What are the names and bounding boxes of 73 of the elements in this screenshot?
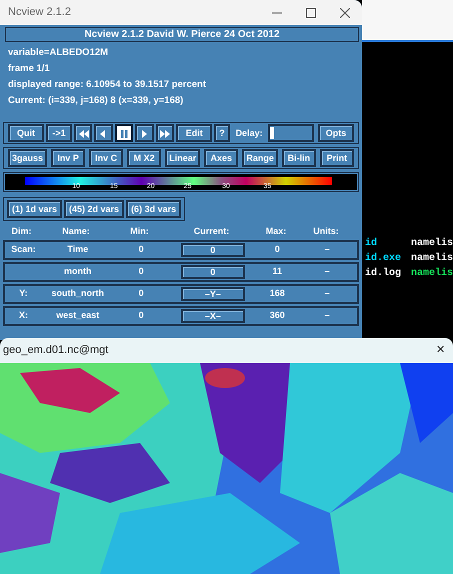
- header-banner: Ncview 2.1.2 David W. Pierce 24 Oct 2012: [5, 27, 359, 42]
- terminal-text: namelis: [410, 236, 453, 251]
- back-button[interactable]: [94, 124, 113, 142]
- terminal-text: id.log: [365, 266, 402, 281]
- toolbar-button[interactable]: 3gauss: [8, 149, 48, 167]
- variable-group-button[interactable]: (45) 2d vars: [64, 200, 124, 218]
- toolbar-button[interactable]: Print: [320, 149, 354, 167]
- forward-button[interactable]: [135, 124, 154, 142]
- toolbar-button[interactable]: Range: [242, 149, 278, 167]
- info-text: Current: (i=339, j=168) 8 (x=339, y=168): [8, 94, 184, 108]
- slider-thumb[interactable]: [270, 127, 274, 139]
- current-value-button[interactable]: 0: [180, 265, 246, 279]
- table-cell-text: 0: [138, 309, 145, 322]
- toolbar-button[interactable]: Axes: [204, 149, 238, 167]
- terminal-text: id: [365, 236, 378, 251]
- table-cell-text: 0: [138, 243, 145, 256]
- table-cell-text: 168: [268, 287, 286, 300]
- rewind-icon: [78, 128, 89, 139]
- column-header: Dim:: [10, 225, 32, 238]
- table-cell-text: –: [324, 309, 331, 322]
- table-cell-text: 11: [271, 265, 283, 278]
- dim-name: south_north: [50, 287, 106, 300]
- terminal-text: namelis: [410, 252, 453, 266]
- dim-name: Time: [66, 243, 90, 256]
- close-icon[interactable]: [340, 8, 350, 18]
- column-header: Name:: [61, 225, 91, 238]
- current-value-button[interactable]: –Y–: [180, 287, 246, 301]
- delay-slider-track[interactable]: [268, 124, 314, 142]
- delay-label: Delay:: [234, 127, 264, 140]
- toolbar-button[interactable]: Bi-lin: [282, 149, 316, 167]
- current-value-button[interactable]: –X–: [180, 309, 246, 323]
- toolbar-button[interactable]: Linear: [165, 149, 200, 167]
- toolbar-button[interactable]: ?: [214, 124, 230, 142]
- window-title: Ncview 2.1.2: [8, 5, 72, 20]
- rewind-button[interactable]: [74, 124, 92, 142]
- table-cell-text: 0: [138, 265, 145, 278]
- column-header: Min:: [129, 225, 150, 238]
- table-cell-text: 0: [138, 287, 145, 300]
- variable-group-button[interactable]: (1) 1d vars: [7, 200, 62, 218]
- table-cell-text: –: [324, 287, 331, 300]
- terminal-text: namelis: [410, 266, 453, 281]
- info-text: frame 1/1: [8, 62, 51, 76]
- fast-forward-button[interactable]: [156, 124, 174, 142]
- window-title: geo_em.d01.nc@mgt: [3, 343, 110, 358]
- pause-icon: [118, 128, 130, 139]
- column-header: Units:: [312, 225, 340, 238]
- toolbar-button[interactable]: Quit: [8, 124, 44, 142]
- terminal-text: id.exe: [365, 252, 402, 266]
- dim-label: X:: [18, 310, 28, 320]
- dim-name: month: [63, 265, 93, 278]
- close-button[interactable]: ✕: [436, 342, 445, 359]
- column-header: Max:: [264, 225, 288, 238]
- variable-group-button[interactable]: (6) 3d vars: [126, 200, 182, 218]
- fast-forward-icon: [160, 128, 171, 139]
- dim-name: west_east: [55, 309, 100, 322]
- pause-button[interactable]: [114, 124, 134, 142]
- toolbar-button[interactable]: Opts: [318, 124, 354, 142]
- current-value-button[interactable]: 0: [180, 243, 246, 257]
- toolbar-button[interactable]: Inv P: [51, 149, 86, 167]
- table-cell-text: –: [324, 265, 331, 278]
- table-cell-text: –: [324, 243, 331, 256]
- dim-label: Scan:: [11, 244, 36, 254]
- toolbar-button[interactable]: ->1: [46, 124, 72, 142]
- column-header: Current:: [192, 225, 230, 238]
- table-cell-text: 0: [274, 243, 281, 256]
- maximize-icon[interactable]: [306, 8, 316, 18]
- info-text: variable=ALBEDO12M: [8, 46, 110, 60]
- table-cell-text: 360: [268, 309, 286, 322]
- toolbar-button[interactable]: M X2: [127, 149, 162, 167]
- toolbar-button[interactable]: Inv C: [89, 149, 124, 167]
- info-text: displayed range: 6.10954 to 39.1517 percent: [8, 78, 208, 92]
- dim-label: Y:: [19, 288, 28, 298]
- toolbar-button[interactable]: Edit: [176, 124, 212, 142]
